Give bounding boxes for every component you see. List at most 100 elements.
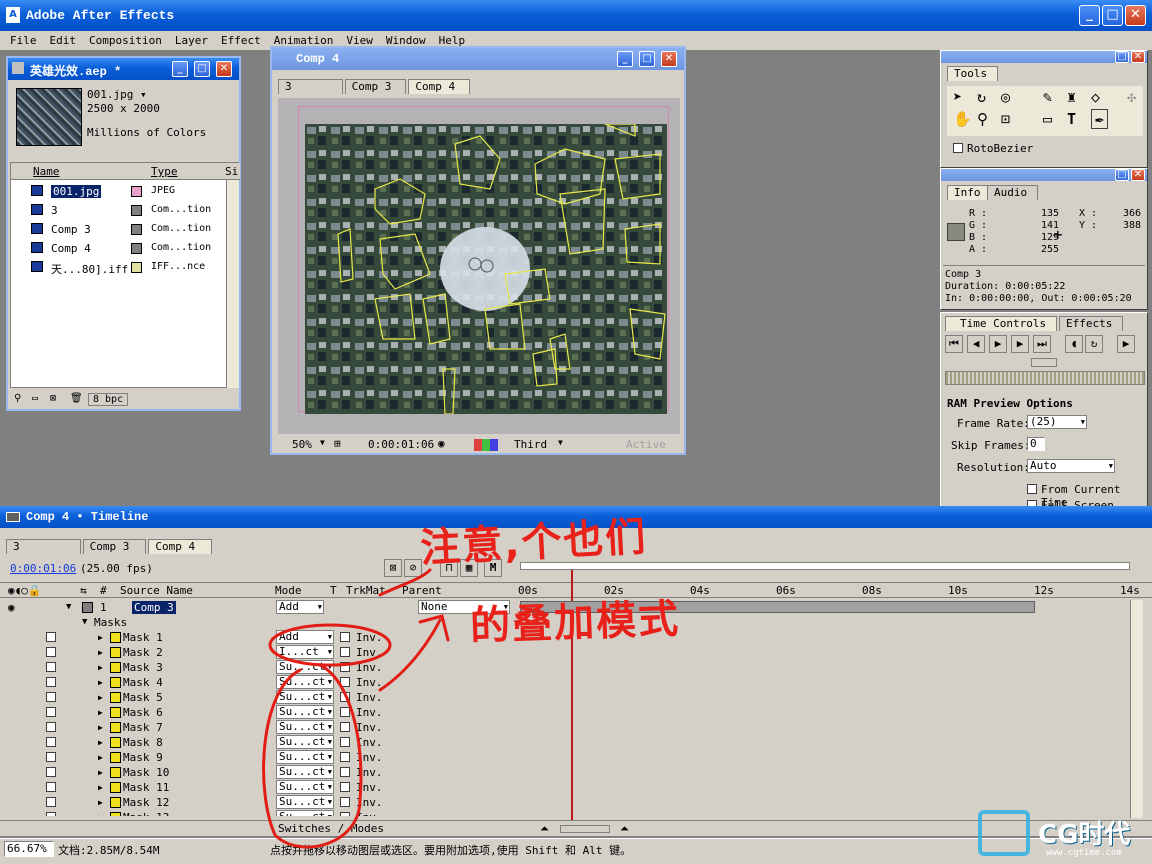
- mask-color-swatch[interactable]: [110, 722, 121, 733]
- mask-color-swatch[interactable]: [110, 647, 121, 658]
- chevron-down-icon[interactable]: ▼: [558, 438, 563, 447]
- mask-row[interactable]: ▶ Mask 11 Su...ct Inv.: [0, 780, 512, 795]
- minimize-button[interactable]: _: [1079, 5, 1100, 26]
- mask-mode-select[interactable]: Su...ct: [276, 780, 334, 794]
- mask-name[interactable]: Mask 11: [123, 780, 169, 795]
- mask-mode-select[interactable]: Su...ct: [276, 720, 334, 734]
- last-frame-icon[interactable]: ⏭: [1033, 335, 1051, 353]
- mask-mode-select[interactable]: Su...ct: [276, 705, 334, 719]
- comp-tab[interactable]: Comp 4: [408, 79, 471, 94]
- camera-orbit-tool-icon[interactable]: ◎: [1001, 88, 1010, 106]
- find-icon[interactable]: ⚲: [14, 393, 21, 404]
- expand-triangle-icon[interactable]: ▶: [98, 690, 103, 705]
- mask-visibility-box[interactable]: [46, 797, 56, 807]
- mask-row[interactable]: ▶ Mask 8 Su...ct Inv.: [0, 735, 512, 750]
- timeline-tab[interactable]: Comp 4: [148, 539, 213, 554]
- expand-triangle-icon[interactable]: ▶: [98, 660, 103, 675]
- bpc-label[interactable]: 8 bpc: [88, 393, 129, 406]
- project-item[interactable]: 天...80].iff IFF...nce: [11, 259, 225, 276]
- project-file-name[interactable]: 001.jpg ▾: [87, 88, 147, 101]
- mask-row[interactable]: ▶ Mask 13 Su...ct Inv.: [0, 810, 512, 816]
- layer-name[interactable]: Comp 3: [132, 601, 176, 614]
- rotation-tool-icon[interactable]: ↻: [977, 88, 986, 106]
- mask-visibility-box[interactable]: [46, 707, 56, 717]
- comp-time[interactable]: 0:00:01:06: [368, 438, 434, 451]
- motion-blur-icon[interactable]: ⊘: [404, 559, 422, 577]
- mask-row[interactable]: ▶ Mask 10 Su...ct Inv.: [0, 765, 512, 780]
- mask-invert-checkbox[interactable]: [340, 737, 350, 747]
- comp-active-camera[interactable]: Active: [626, 438, 666, 451]
- mask-color-swatch[interactable]: [110, 812, 121, 816]
- folder-icon[interactable]: ▭: [32, 393, 38, 404]
- project-minimize-button[interactable]: _: [172, 61, 188, 77]
- maximize-button[interactable]: □: [1102, 5, 1123, 26]
- expand-triangle-icon[interactable]: ▼: [82, 615, 87, 630]
- prev-frame-icon[interactable]: ◀: [967, 335, 985, 353]
- pan-behind-tool-icon[interactable]: ⊡: [1001, 110, 1010, 128]
- expand-triangle-icon[interactable]: ▶: [98, 765, 103, 780]
- mask-visibility-box[interactable]: [46, 647, 56, 657]
- mask-invert-checkbox[interactable]: [340, 812, 350, 816]
- layer-mode-select[interactable]: Add: [276, 600, 324, 614]
- mask-mode-select[interactable]: Su...ct: [276, 735, 334, 749]
- brush-tool-icon[interactable]: ✎: [1043, 88, 1052, 106]
- resolution-select[interactable]: Auto: [1027, 459, 1115, 473]
- mask-visibility-box[interactable]: [46, 752, 56, 762]
- project-item[interactable]: Comp 4 Com...tion: [11, 240, 225, 257]
- timeline-tab[interactable]: 3: [6, 539, 81, 554]
- comp-close-button[interactable]: ✕: [661, 51, 677, 67]
- mask-name[interactable]: Mask 10: [123, 765, 169, 780]
- loop-icon[interactable]: ↻: [1085, 335, 1103, 353]
- mask-visibility-box[interactable]: [46, 737, 56, 747]
- menu-layer[interactable]: Layer: [175, 34, 208, 47]
- zoom-in-icon[interactable]: ⏶: [620, 822, 629, 836]
- mask-visibility-box[interactable]: [46, 692, 56, 702]
- new-comp-icon[interactable]: ⊠: [50, 393, 56, 404]
- axis-tool-icon[interactable]: ✣: [1127, 88, 1136, 106]
- mask-color-swatch[interactable]: [110, 737, 121, 748]
- mask-name[interactable]: Mask 1: [123, 630, 163, 645]
- mask-visibility-box[interactable]: [46, 812, 56, 816]
- item-label-swatch[interactable]: [131, 224, 142, 235]
- project-item[interactable]: 001.jpg JPEG: [11, 183, 225, 200]
- info-close-button[interactable]: ✕: [1131, 169, 1145, 181]
- expand-triangle-icon[interactable]: ▶: [98, 720, 103, 735]
- mask-invert-checkbox[interactable]: [340, 647, 350, 657]
- status-zoom[interactable]: 66.67%: [4, 841, 54, 857]
- selection-tool-icon[interactable]: ➤: [953, 88, 962, 106]
- menu-composition[interactable]: Composition: [89, 34, 162, 47]
- mask-name[interactable]: Mask 2: [123, 645, 163, 660]
- mask-mode-select[interactable]: Su...ct: [276, 660, 334, 674]
- project-maximize-button[interactable]: □: [194, 61, 210, 77]
- tools-tab[interactable]: Tools: [947, 66, 999, 81]
- mask-name[interactable]: Mask 4: [123, 675, 163, 690]
- jog-bar[interactable]: [945, 371, 1145, 385]
- audio-icon[interactable]: ◖: [1065, 335, 1083, 353]
- info-tab[interactable]: Info: [947, 185, 992, 200]
- mask-color-swatch[interactable]: [110, 692, 121, 703]
- mask-invert-checkbox[interactable]: [340, 677, 350, 687]
- project-scrollbar[interactable]: [226, 180, 239, 388]
- menu-edit[interactable]: Edit: [50, 34, 77, 47]
- mask-invert-checkbox[interactable]: [340, 632, 350, 642]
- comp-maximize-button[interactable]: □: [639, 51, 655, 67]
- mask-visibility-box[interactable]: [46, 632, 56, 642]
- expand-triangle-icon[interactable]: ▶: [98, 780, 103, 795]
- color-channels-icon[interactable]: [474, 439, 498, 451]
- shuttle-control[interactable]: [1031, 358, 1057, 367]
- item-label-swatch[interactable]: [131, 262, 142, 273]
- mask-visibility-box[interactable]: [46, 782, 56, 792]
- header-type[interactable]: Type: [151, 165, 178, 178]
- mask-row[interactable]: ▶ Mask 12 Su...ct Inv.: [0, 795, 512, 810]
- mask-invert-checkbox[interactable]: [340, 707, 350, 717]
- mask-name[interactable]: Mask 9: [123, 750, 163, 765]
- zoom-tool-icon[interactable]: ⚲: [977, 110, 988, 128]
- close-button[interactable]: ✕: [1125, 5, 1146, 26]
- header-parent[interactable]: Parent: [402, 584, 442, 597]
- mask-row[interactable]: ▶ Mask 3 Su...ct Inv.: [0, 660, 512, 675]
- time-controls-tab[interactable]: Time Controls: [945, 316, 1058, 331]
- comp-resolution[interactable]: Third: [514, 438, 547, 451]
- rotobezier-checkbox[interactable]: [953, 143, 963, 153]
- frame-rate-select[interactable]: (25): [1027, 415, 1087, 429]
- expand-triangle-icon[interactable]: ▼: [66, 600, 71, 615]
